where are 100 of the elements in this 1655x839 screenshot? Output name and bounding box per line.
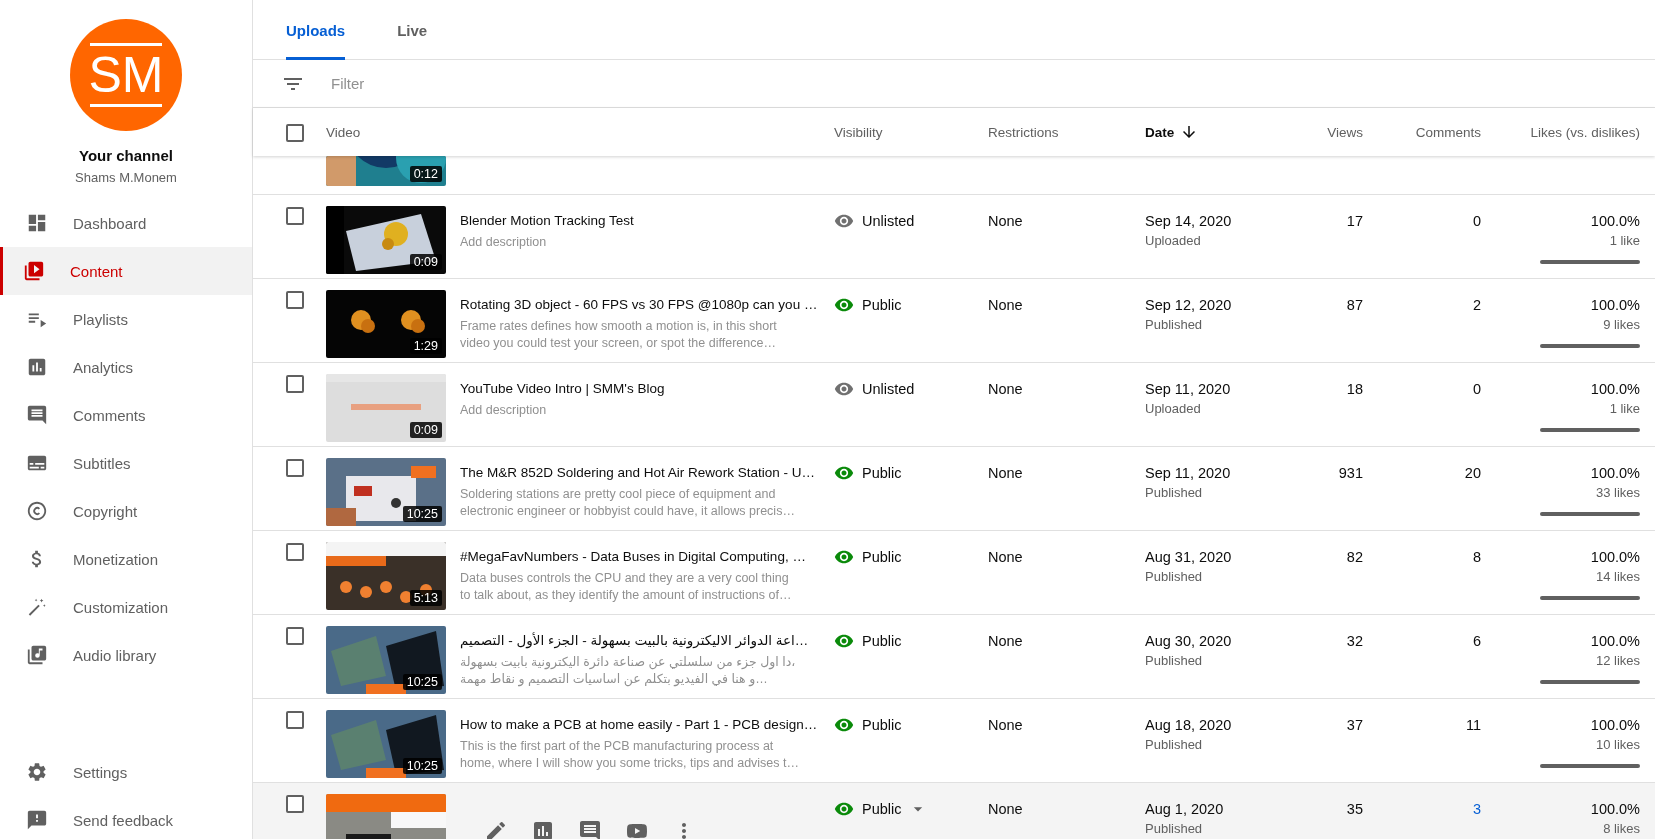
video-description: video you could test your screen, or spot the difference… [460, 335, 776, 352]
likes-count: 1 like [1609, 401, 1640, 416]
column-header[interactable]: Views [1327, 124, 1363, 140]
restrictions-text: None [988, 297, 1024, 313]
comments-count: 0 [1472, 381, 1481, 397]
video-duration: 0:09 [409, 254, 442, 270]
sidebar-item[interactable]: Monetization [0, 535, 252, 583]
visibility-label: Public [862, 549, 902, 565]
restrictions-text: None [988, 717, 1024, 733]
bar-chart-icon[interactable] [531, 819, 555, 839]
visibility-label: Public [862, 465, 902, 481]
sidebar-item[interactable]: Comments [0, 391, 252, 439]
sidebar-item[interactable]: Settings [0, 748, 252, 796]
row-checkbox[interactable] [286, 207, 304, 225]
magic-wand-icon [26, 596, 48, 618]
date-status: Uploaded [1145, 233, 1202, 248]
visibility-label: Unlisted [862, 381, 915, 397]
row-checkbox[interactable] [286, 795, 304, 813]
sidebar-item[interactable]: Copyright [0, 487, 252, 535]
views-count: 18 [1346, 381, 1363, 397]
date-status: Published [1145, 317, 1204, 332]
comments-count: 8 [1472, 549, 1481, 565]
feedback-icon [26, 809, 48, 831]
date-text: Aug 31, 2020 [1145, 549, 1233, 565]
channel-title: Your channel [78, 147, 174, 164]
date-text: Sep 11, 2020 [1145, 465, 1232, 481]
column-header[interactable]: Likes (vs. dislikes) [1530, 124, 1640, 140]
select-all-checkbox[interactable] [286, 123, 304, 142]
sidebar-item[interactable]: Subtitles [0, 439, 252, 487]
views-count: 37 [1346, 717, 1363, 733]
video-duration: 1:29 [409, 338, 442, 354]
video-title[interactable]: YouTube Video Intro | SMM's Blog [460, 379, 665, 399]
video-title[interactable]: Rotating 3D object - 60 FPS vs 30 FPS @1080p can you … [460, 295, 818, 315]
comments-count: 11 [1465, 717, 1481, 733]
row-checkbox[interactable] [286, 291, 304, 309]
date-status: Published [1145, 821, 1204, 836]
video-description: to talk about, as they identify the amount of instructions of… [460, 587, 792, 604]
video-title[interactable]: Blender Motion Tracking Test [460, 211, 634, 231]
comment-icon[interactable] [578, 819, 602, 839]
column-header[interactable]: Restrictions [988, 124, 1059, 140]
column-header[interactable]: Video [326, 124, 361, 140]
video-duration: 10:25 [402, 758, 442, 774]
music-library-icon [26, 644, 48, 666]
date-status: Published [1145, 653, 1204, 668]
views-count: 931 [1338, 465, 1363, 481]
video-description: This is the first part of the PCB manufacturing process at [460, 738, 774, 755]
likes-percent: 100.0% [1590, 801, 1640, 817]
video-description: دا اول جزء من سلسلتي عن صناعة دائرة اليكترونية بابيت بسهولة، [460, 654, 796, 671]
comments-count[interactable]: 3 [1472, 801, 1481, 817]
date-text: Sep 14, 2020 [1145, 213, 1233, 229]
likes-percent: 100.0% [1590, 633, 1640, 649]
column-header[interactable]: Comments [1415, 124, 1481, 140]
tab[interactable]: Live [397, 0, 428, 60]
likes-count: 12 likes [1595, 653, 1640, 668]
filter-field[interactable]: Filter [329, 74, 733, 93]
row-checkbox[interactable] [286, 375, 304, 393]
video-title[interactable]: The M&R 852D Soldering and Hot Air Rework Station - U… [460, 463, 815, 483]
likes-percent: 100.0% [1590, 465, 1640, 481]
sidebar-item[interactable]: Customization [0, 583, 252, 631]
sidebar-item[interactable]: Playlists [0, 295, 252, 343]
video-description: electronic engineer or hobbyist could have, it allows precis… [460, 503, 795, 520]
likes-count: 10 likes [1595, 737, 1640, 752]
sidebar-item[interactable]: Audio library [0, 631, 252, 679]
video-description: Data buses controls the CPU and they are a very cool thing [460, 570, 789, 587]
video-title[interactable]: #MegaFavNumbers - Data Buses in Digital Computing, … [460, 547, 806, 567]
likes-count: 14 likes [1595, 569, 1640, 584]
video-description: Add description [460, 234, 547, 251]
date-status: Published [1145, 485, 1204, 500]
sidebar-item[interactable]: Dashboard [0, 199, 252, 247]
restrictions-text: None [988, 549, 1024, 565]
likes-percent: 100.0% [1590, 213, 1640, 229]
video-description: home, where I will show you some tricks, tips and advises t… [460, 755, 800, 772]
row-checkbox[interactable] [286, 627, 304, 645]
row-checkbox[interactable] [286, 543, 304, 561]
video-description: Soldering stations are pretty cool piece of equipment and [460, 486, 776, 503]
dashboard-icon [26, 212, 48, 234]
restrictions-text: None [988, 213, 1024, 229]
edit-icon[interactable] [484, 819, 508, 839]
tab[interactable]: Uploads [286, 0, 346, 60]
likes-percent: 100.0% [1590, 297, 1640, 313]
date-status: Uploaded [1145, 401, 1202, 416]
column-header[interactable]: Visibility [834, 124, 883, 140]
video-title[interactable]: اعة الدوائر الاليكترونية بالبيت بسهولة - الجزء الأول - التصميم… [460, 631, 809, 651]
sidebar-item[interactable]: Content [0, 247, 252, 295]
visibility-label[interactable]: Public [862, 801, 902, 817]
video-title[interactable]: How to make a PCB at home easily - Part 1 - PCB design… [460, 715, 818, 735]
date-text: Aug 1, 2020 [1145, 801, 1225, 817]
row-checkbox[interactable] [286, 711, 304, 729]
copyright-icon [26, 500, 48, 522]
visibility-label: Public [862, 297, 902, 313]
comments-count: 6 [1472, 633, 1481, 649]
avatar-initials: SM [88, 46, 164, 104]
video-description: Add description [460, 402, 547, 419]
column-header[interactable]: Date [1145, 124, 1175, 140]
row-checkbox[interactable] [286, 459, 304, 477]
settings-icon [26, 761, 48, 783]
sidebar-item[interactable]: Analytics [0, 343, 252, 391]
comment-icon [26, 404, 48, 426]
video-duration: 5:13 [409, 590, 442, 606]
sidebar-item[interactable]: Send feedback [0, 796, 252, 839]
